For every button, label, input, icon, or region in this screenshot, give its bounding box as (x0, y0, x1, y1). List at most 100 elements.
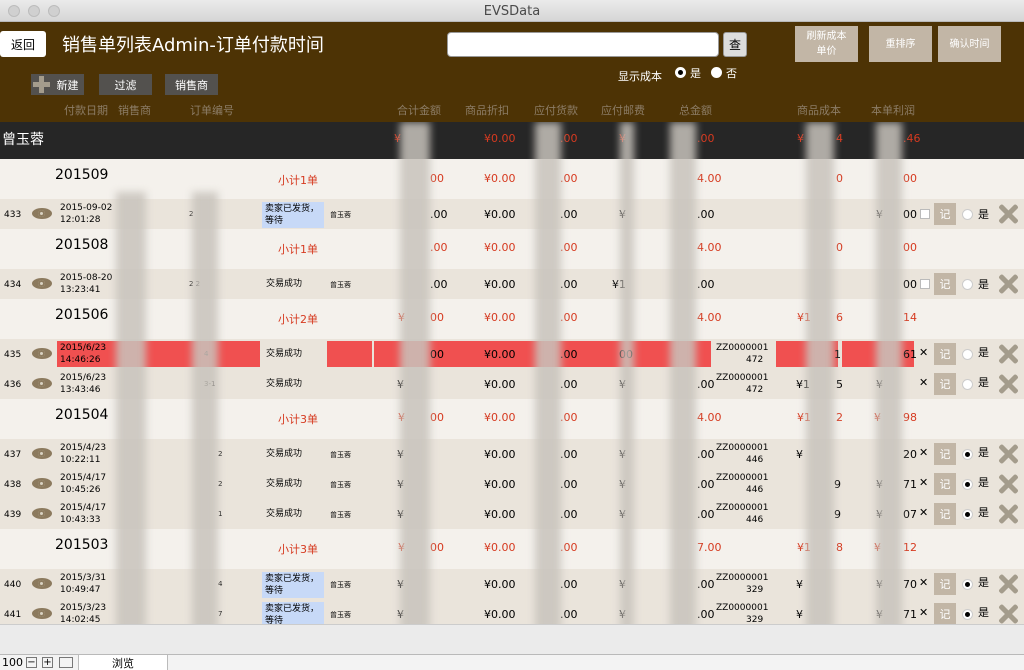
close-icon[interactable]: ✕ (919, 476, 928, 489)
col-cost[interactable]: 商品成本 (797, 102, 841, 118)
zoom-level[interactable]: 100 (2, 656, 23, 669)
subtotal-month: 201508 (55, 237, 109, 253)
row-checkbox[interactable] (920, 209, 930, 219)
row-radio[interactable] (962, 449, 973, 460)
close-icon[interactable]: ✕ (919, 376, 928, 389)
delete-icon[interactable] (997, 373, 1019, 395)
zoom-out-icon[interactable]: − (26, 657, 37, 668)
delete-icon[interactable] (997, 273, 1019, 295)
col-postage[interactable]: 应付邮费 (601, 102, 645, 118)
back-button[interactable]: 返回 (0, 31, 46, 57)
table-row[interactable]: 440 2015/3/31 10:49:47 4 卖家已发货，等待 曾玉蓉 ¥ … (0, 569, 1024, 599)
table-row[interactable]: 438 2015/4/17 10:45:26 2 交易成功 曾玉蓉 ¥ ¥0.0… (0, 469, 1024, 499)
show-cost-no-radio[interactable] (711, 67, 722, 78)
eye-icon[interactable] (32, 608, 52, 619)
row-radio[interactable] (962, 379, 973, 390)
col-profit[interactable]: 本单利润 (871, 102, 915, 118)
order-list[interactable]: 曾玉蓉 ¥ ¥0.00 .00 ¥ .00 ¥ 4 .46 201509 小计1… (0, 122, 1024, 624)
row-radio[interactable] (962, 349, 973, 360)
seller-button[interactable]: 销售商 (165, 74, 218, 95)
search-input[interactable] (447, 32, 719, 57)
redaction-blur (192, 192, 218, 624)
delete-icon[interactable] (997, 603, 1019, 624)
row-radio-label: 是 (978, 278, 989, 291)
row-time: 10:22:11 (60, 455, 101, 465)
table-row-highlighted[interactable]: 435 2015/6/23 14:46:26 4 交易成功 00 ¥0.00 .… (0, 339, 1024, 369)
zoom-in-icon[interactable]: + (42, 657, 53, 668)
row-radio[interactable] (962, 609, 973, 620)
table-row[interactable]: 439 2015/4/17 10:43:33 1 交易成功 曾玉蓉 ¥ ¥0.0… (0, 499, 1024, 529)
eye-icon[interactable] (32, 378, 52, 389)
table-row[interactable]: 441 2015/3/23 14:02:45 7 卖家已发货，等待 曾玉蓉 ¥ … (0, 599, 1024, 624)
group-cost-prefix: ¥ (797, 132, 804, 145)
row-sku-num: 446 (746, 515, 764, 525)
show-cost-yes-radio[interactable] (675, 67, 686, 78)
record-button[interactable]: 记 (934, 273, 956, 295)
delete-icon[interactable] (997, 573, 1019, 595)
row-order-no: 7 (218, 610, 223, 618)
row-profit: 07 (903, 508, 917, 521)
delete-icon[interactable] (997, 473, 1019, 495)
eye-icon[interactable] (32, 578, 52, 589)
col-order-no[interactable]: 订单编号 (190, 102, 234, 118)
close-icon[interactable]: ✕ (919, 506, 928, 519)
subtotal-total: 4.00 (697, 311, 722, 324)
col-total[interactable]: 总金额 (679, 102, 712, 118)
row-checkbox[interactable] (920, 279, 930, 289)
close-icon[interactable]: ✕ (919, 346, 928, 359)
table-row[interactable]: 436 2015/6/23 13:43:46 3-1 交易成功 ¥ ¥0.00 … (0, 369, 1024, 399)
row-discount: ¥0.00 (484, 478, 516, 491)
col-seller[interactable]: 销售商 (118, 102, 151, 118)
delete-icon[interactable] (997, 443, 1019, 465)
col-discount[interactable]: 商品折扣 (465, 102, 509, 118)
close-icon[interactable]: ✕ (919, 576, 928, 589)
delete-icon[interactable] (997, 343, 1019, 365)
record-button[interactable]: 记 (934, 603, 956, 624)
record-button[interactable]: 记 (934, 443, 956, 465)
footer-area (0, 624, 1024, 654)
row-radio[interactable] (962, 509, 973, 520)
refresh-cost-button[interactable]: 刷新成本 单价 (795, 26, 858, 62)
mode-selector[interactable]: 浏览 (78, 655, 168, 670)
close-icon[interactable]: ✕ (919, 446, 928, 459)
row-status: 交易成功 (266, 379, 303, 389)
table-row[interactable]: 437 2015/4/23 10:22:11 2 交易成功 曾玉蓉 ¥ ¥0.0… (0, 439, 1024, 469)
record-button[interactable]: 记 (934, 203, 956, 225)
layout-toggle-icon[interactable] (59, 657, 73, 668)
col-sum[interactable]: 合计金额 (397, 102, 441, 118)
delete-icon[interactable] (997, 503, 1019, 525)
row-radio[interactable] (962, 209, 973, 220)
row-radio-label: 是 (978, 476, 989, 489)
close-icon[interactable]: ✕ (919, 606, 928, 619)
record-button[interactable]: 记 (934, 473, 956, 495)
eye-icon[interactable] (32, 208, 52, 219)
table-row[interactable]: 434 2015-08-20 13:23:41 2 2 交易成功 曾玉蓉 .00… (0, 269, 1024, 299)
eye-icon[interactable] (32, 278, 52, 289)
row-radio[interactable] (962, 579, 973, 590)
table-row[interactable]: 433 2015-09-02 12:01:28 2 卖家已发货，等待 曾玉蓉 .… (0, 199, 1024, 229)
record-button[interactable]: 记 (934, 503, 956, 525)
row-radio-label: 是 (978, 376, 989, 389)
record-button[interactable]: 记 (934, 573, 956, 595)
subtotal-profit: 00 (903, 241, 917, 254)
eye-icon[interactable] (32, 448, 52, 459)
eye-icon[interactable] (32, 478, 52, 489)
eye-icon[interactable] (32, 348, 52, 359)
search-button[interactable]: 查 (723, 32, 747, 57)
eye-icon[interactable] (32, 508, 52, 519)
record-button[interactable]: 记 (934, 343, 956, 365)
subtotal-cost: 6 (836, 311, 843, 324)
resort-button[interactable]: 重排序 (869, 26, 932, 62)
filter-button[interactable]: 过滤 (99, 74, 152, 95)
subtotal-goods: .00 (560, 411, 578, 424)
row-radio[interactable] (962, 279, 973, 290)
group-name: 曾玉蓉 (2, 132, 44, 148)
col-pay-date[interactable]: 付款日期 (64, 102, 108, 118)
subtotal-row: 201508 小计1单 ¥0.00 .00 4.00 0 00 .00 (0, 229, 1024, 269)
col-goods[interactable]: 应付货款 (534, 102, 578, 118)
row-radio[interactable] (962, 479, 973, 490)
row-time: 10:43:33 (60, 515, 101, 525)
record-button[interactable]: 记 (934, 373, 956, 395)
delete-icon[interactable] (997, 203, 1019, 225)
confirm-time-button[interactable]: 确认时间 (938, 26, 1001, 62)
